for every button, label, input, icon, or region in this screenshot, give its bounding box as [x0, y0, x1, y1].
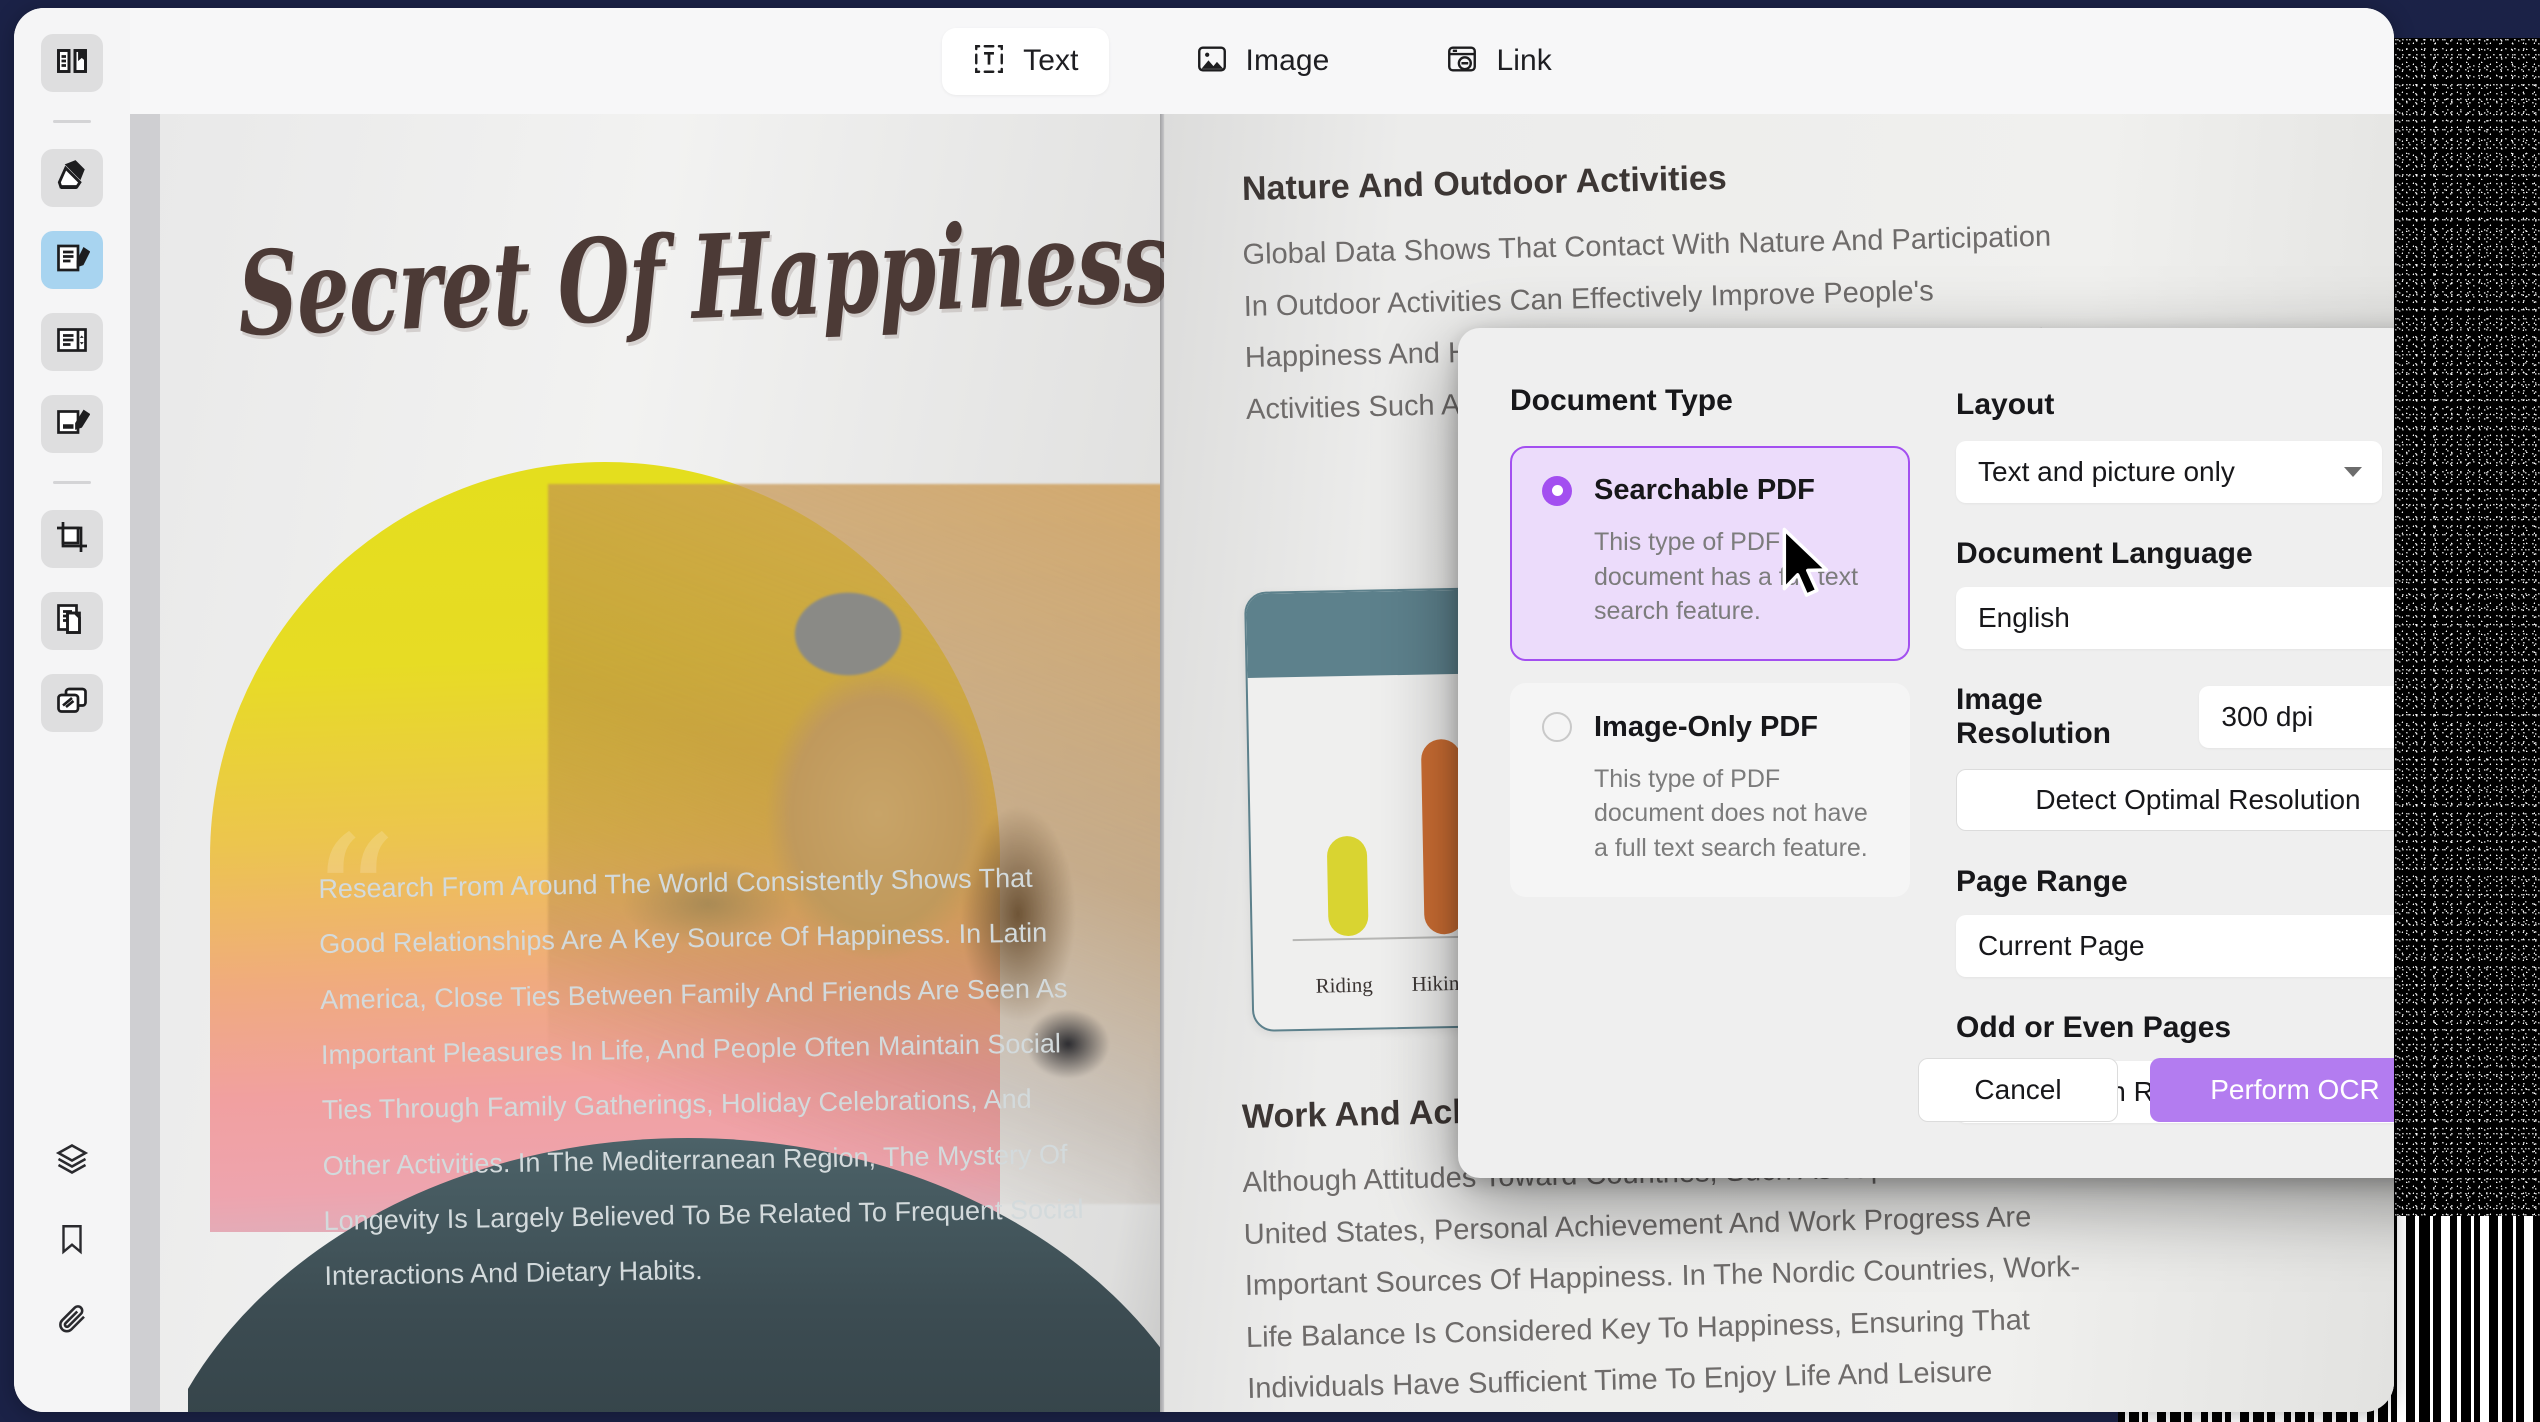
- option-searchable-pdf[interactable]: Searchable PDF This type of PDF document…: [1510, 446, 1910, 661]
- app-shell: Text Image Link Secret Of Happiness “ Re…: [14, 8, 2394, 1412]
- document-edit-icon: [54, 240, 91, 281]
- layers-icon: [54, 1141, 90, 1182]
- text-box-icon: [972, 42, 1006, 81]
- section-body-work: Although Attitudes Toward Countries, Suc…: [1242, 1149, 2081, 1406]
- paperclip-icon: [54, 1301, 90, 1342]
- rail-divider-1: [53, 120, 91, 123]
- dialog-left-column: Document Type Searchable PDF This type o…: [1510, 384, 1910, 1178]
- sidebar-item-layers-panel[interactable]: [41, 1132, 103, 1190]
- detect-optimal-resolution-button[interactable]: Detect Optimal Resolution: [1956, 769, 2394, 831]
- ocr-settings-dialog: Document Type Searchable PDF This type o…: [1458, 328, 2394, 1178]
- odd-even-pages-label: Odd or Even Pages: [1956, 1011, 2232, 1044]
- option-searchable-pdf-label: Searchable PDF: [1594, 474, 1815, 506]
- option-image-only-pdf-label: Image-Only PDF: [1594, 710, 1818, 743]
- radio-unselected-icon[interactable]: [1542, 712, 1572, 742]
- sidebar-item-form-tool[interactable]: [41, 313, 103, 371]
- tab-link-label: Link: [1496, 44, 1552, 77]
- radio-selected-icon[interactable]: [1542, 475, 1572, 506]
- highlighter-icon: [53, 157, 91, 200]
- app-window: Text Image Link Secret Of Happiness “ Re…: [0, 0, 2540, 1422]
- page-range-select[interactable]: Current Page: [1956, 915, 2394, 977]
- layout-label: Layout: [1956, 387, 2055, 421]
- option-searchable-pdf-description: This type of PDF document has a full tex…: [1594, 528, 1859, 625]
- rail-divider-2: [53, 481, 91, 484]
- dialog-actions: Cancel Perform OCR: [1918, 1058, 2394, 1122]
- tool-rail: [14, 8, 130, 1412]
- document-page-left: Secret Of Happiness “ Research From Arou…: [160, 114, 1171, 1412]
- pages-copy-icon: [54, 601, 90, 642]
- sidebar-item-organize-pages[interactable]: [41, 592, 103, 650]
- image-resolution-value: 300 dpi: [2221, 701, 2314, 732]
- image-resolution-label: Image Resolution: [1956, 683, 2111, 750]
- rail-bottom-group: [41, 1132, 103, 1412]
- cancel-button[interactable]: Cancel: [1918, 1058, 2118, 1122]
- chart-tick-0: Riding: [1315, 972, 1373, 998]
- signature-icon: [54, 404, 91, 445]
- option-searchable-pdf-head: Searchable PDF: [1542, 474, 1878, 507]
- document-language-label: Document Language: [1956, 537, 2253, 570]
- sidebar-item-read-mode[interactable]: [41, 34, 103, 92]
- sidebar-item-edit-text-tool[interactable]: [41, 231, 103, 289]
- sidebar-item-sign-tool[interactable]: [41, 395, 103, 453]
- sidebar-item-attachments-panel[interactable]: [41, 1292, 103, 1350]
- stacked-cards-icon: [54, 683, 90, 724]
- image-resolution-select[interactable]: 300 dpi: [2199, 686, 2394, 748]
- option-image-only-pdf[interactable]: Image-Only PDF This type of PDF document…: [1510, 682, 1910, 897]
- edit-mode-tabbar: Text Image Link: [130, 8, 2394, 114]
- sidebar-item-crop-tool[interactable]: [41, 510, 103, 568]
- image-resolution-row: Image Resolution 300 dpi: [1956, 683, 2394, 751]
- tab-text-label: Text: [1023, 44, 1079, 77]
- tab-text[interactable]: Text: [942, 27, 1109, 95]
- detect-optimal-resolution-label: Detect Optimal Resolution: [2035, 784, 2361, 815]
- book-open-icon: [54, 43, 90, 84]
- cancel-button-label: Cancel: [1974, 1074, 2062, 1105]
- section-heading-nature: Nature And Outdoor Activities: [1241, 159, 1728, 208]
- bookmark-icon: [55, 1222, 89, 1261]
- layout-select[interactable]: Text and picture only: [1956, 441, 2382, 503]
- crop-icon: [54, 519, 90, 560]
- image-icon: [1195, 42, 1229, 81]
- layout-select-value: Text and picture only: [1978, 456, 2235, 487]
- tab-image-label: Image: [1245, 44, 1330, 77]
- document-language-value: English: [1978, 602, 2070, 633]
- page-gutter: [1160, 114, 1165, 1412]
- tab-link[interactable]: Link: [1415, 28, 1581, 95]
- sidebar-item-highlight-tool[interactable]: [41, 149, 103, 207]
- link-box-icon: [1445, 42, 1479, 81]
- layout-row: Text and picture only: [1956, 441, 2394, 503]
- option-image-only-pdf-head: Image-Only PDF: [1542, 711, 1878, 744]
- document-type-title: Document Type: [1510, 384, 1733, 417]
- sidebar-item-bookmarks-panel[interactable]: [41, 1212, 103, 1270]
- chart-tick-1: Hiking: [1411, 970, 1471, 996]
- sidebar-item-compare-tool[interactable]: [41, 674, 103, 732]
- perform-ocr-button-label: Perform OCR: [2210, 1074, 2380, 1105]
- layout-label-row: Layout: [1956, 384, 2394, 425]
- dialog-right-column: Layout Text and picture only Document La…: [1918, 384, 2394, 1178]
- document-language-select[interactable]: English: [1956, 587, 2394, 649]
- chart-bar-riding: [1326, 835, 1369, 937]
- page-range-label: Page Range: [1956, 865, 2128, 898]
- chevron-down-icon: [2344, 467, 2362, 477]
- page-range-value: Current Page: [1978, 930, 2145, 961]
- perform-ocr-button[interactable]: Perform OCR: [2150, 1058, 2394, 1122]
- form-fields-icon: [54, 322, 90, 363]
- page-quote-text: Research From Around The World Consisten…: [318, 862, 1084, 1292]
- tab-image[interactable]: Image: [1165, 28, 1360, 95]
- page-title: Secret Of Happiness: [235, 193, 1171, 363]
- option-image-only-pdf-description: This type of PDF document does not have …: [1594, 764, 1868, 862]
